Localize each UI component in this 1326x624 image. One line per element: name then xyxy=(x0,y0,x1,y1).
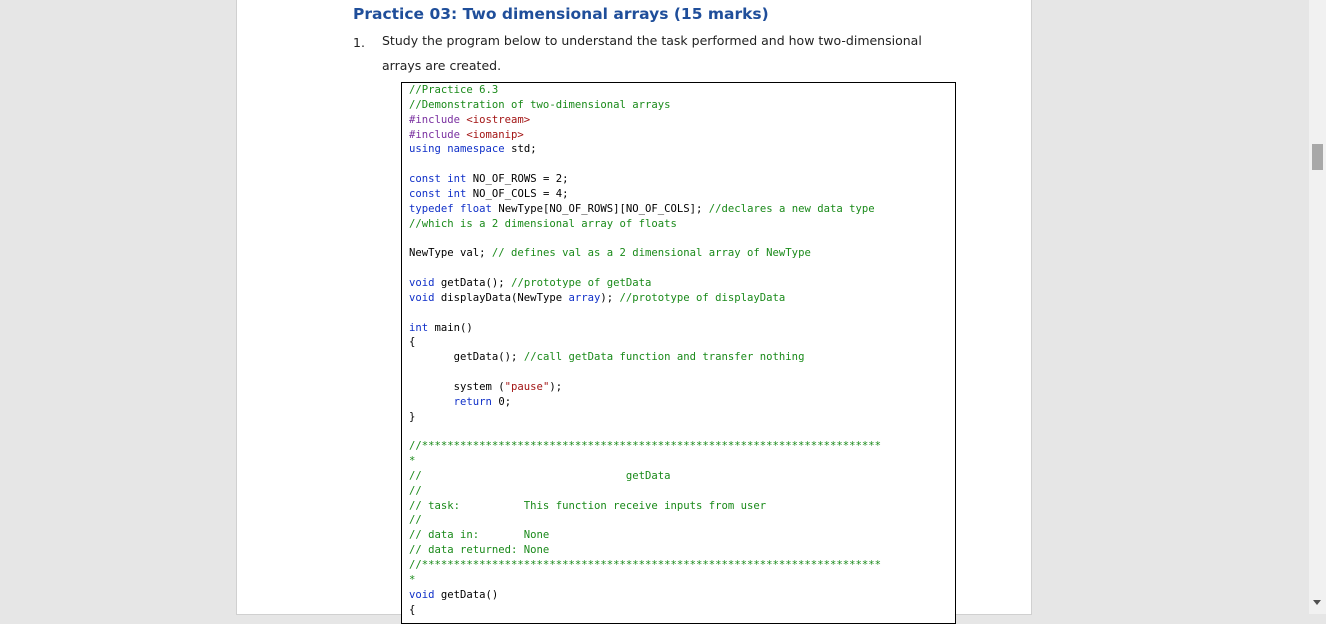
list-item-number: 1. xyxy=(353,35,365,50)
code-line: //**************************************… xyxy=(409,439,881,454)
code-token: //Practice 6.3 xyxy=(409,84,499,96)
code-token: getData(); xyxy=(409,351,524,364)
code-token: { xyxy=(409,336,416,349)
code-token: #include xyxy=(409,113,467,126)
code-line: const int NO_OF_COLS = 4; xyxy=(409,187,881,202)
code-token: // getData xyxy=(409,469,671,482)
code-line: NewType val; // defines val as a 2 dimen… xyxy=(409,246,881,261)
code-token: void xyxy=(409,588,435,601)
code-token: displayData(NewType xyxy=(434,291,569,304)
code-token: const xyxy=(409,187,441,200)
code-token: //prototype of getData xyxy=(511,276,652,289)
code-line: //**************************************… xyxy=(409,558,881,573)
code-token: NewType val; xyxy=(409,247,492,260)
vertical-scrollbar[interactable] xyxy=(1309,0,1326,614)
code-token: * xyxy=(409,455,416,468)
code-token: // xyxy=(409,514,422,527)
code-line: // data in: None xyxy=(409,528,881,543)
code-token: * xyxy=(409,573,416,586)
code-token: std; xyxy=(504,143,537,156)
code-token: <iostream> xyxy=(466,113,531,126)
code-token: system ( xyxy=(409,380,505,393)
code-token: NO_OF_ROWS = 2; xyxy=(466,173,569,186)
code-line: int main() xyxy=(409,321,881,336)
code-line: #include <iomanip> xyxy=(409,128,881,143)
code-token: void xyxy=(409,276,435,289)
code-token: getData(); xyxy=(434,276,512,289)
code-token: float xyxy=(460,202,492,215)
code-line: //Demonstration of two-dimensional array… xyxy=(409,98,881,113)
code-line: * xyxy=(409,454,881,469)
code-token: void xyxy=(409,291,435,304)
code-line: //Practice 6.3 xyxy=(409,83,881,98)
document-page: Practice 03: Two dimensional arrays (15 … xyxy=(237,0,1031,624)
code-token: //declares a new data type xyxy=(708,202,875,215)
code-token: // task: This function receive inputs fr… xyxy=(409,499,767,512)
code-line: { xyxy=(409,603,881,618)
code-token: int xyxy=(409,321,429,334)
instruction-text: Study the program below to understand th… xyxy=(382,33,922,73)
code-line: getData(); //call getData function and t… xyxy=(409,350,881,365)
code-line: void getData(); //prototype of getData xyxy=(409,276,881,291)
scroll-down-arrow-icon[interactable] xyxy=(1313,600,1321,605)
code-line: // xyxy=(409,513,881,528)
code-token: #include xyxy=(409,128,467,141)
code-line: // getData xyxy=(409,469,881,484)
code-token: // data in: None xyxy=(409,529,550,542)
practice-heading: Practice 03: Two dimensional arrays (15 … xyxy=(353,5,769,23)
code-token: } xyxy=(409,410,416,423)
code-line: * xyxy=(409,573,881,588)
code-listing: //Practice 6.3 //Demonstration of two-dim… xyxy=(409,83,881,617)
code-token: ); xyxy=(600,291,620,304)
code-line: using namespace std; xyxy=(409,142,881,157)
code-token: return xyxy=(453,395,492,408)
code-token: typedef xyxy=(409,202,454,215)
code-token: array xyxy=(568,291,601,304)
code-token: int xyxy=(447,173,467,186)
code-line: void displayData(NewType array); //proto… xyxy=(409,291,881,306)
scrollbar-thumb[interactable] xyxy=(1312,144,1323,170)
code-token: NewType[NO_OF_ROWS][NO_OF_COLS]; xyxy=(491,202,709,215)
code-token: "pause" xyxy=(504,380,550,393)
code-token: // xyxy=(409,484,422,497)
code-line: //which is a 2 dimensional array of floa… xyxy=(409,217,881,232)
code-listing-box: //Practice 6.3 //Demonstration of two-dim… xyxy=(401,82,956,624)
code-line: const int NO_OF_ROWS = 2; xyxy=(409,172,881,187)
code-token: //**************************************… xyxy=(409,440,881,453)
code-token: 0; xyxy=(491,395,512,408)
code-line: { xyxy=(409,335,881,350)
code-token: getData() xyxy=(434,588,499,601)
code-line: } xyxy=(409,410,881,425)
code-line: typedef float NewType[NO_OF_ROWS][NO_OF_… xyxy=(409,202,881,217)
code-token: const xyxy=(409,173,441,186)
code-token: //call getData function and transfer not… xyxy=(523,351,805,364)
code-line: // data returned: None xyxy=(409,543,881,558)
code-token: int xyxy=(447,187,467,200)
code-token: // defines val as a 2 dimensional array … xyxy=(491,247,811,260)
code-token: main() xyxy=(428,321,473,334)
code-token: //**************************************… xyxy=(409,559,881,571)
code-token: using xyxy=(409,143,441,156)
code-token: //which is a 2 dimensional array of floa… xyxy=(409,217,677,230)
code-token: <iomanip> xyxy=(466,128,524,141)
code-line: void getData() xyxy=(409,588,881,603)
code-token: // data returned: None xyxy=(409,544,550,557)
code-token: NO_OF_COLS = 4; xyxy=(466,187,569,200)
code-token: ); xyxy=(549,380,563,393)
code-token: //prototype of displayData xyxy=(619,291,786,304)
code-line: system ("pause"); xyxy=(409,380,881,395)
code-token: namespace xyxy=(447,143,505,156)
code-line: // task: This function receive inputs fr… xyxy=(409,499,881,514)
code-line: // xyxy=(409,484,881,499)
code-line: return 0; xyxy=(409,395,881,410)
code-token: //Demonstration of two-dimensional array… xyxy=(409,98,671,111)
code-line: #include <iostream> xyxy=(409,113,881,128)
